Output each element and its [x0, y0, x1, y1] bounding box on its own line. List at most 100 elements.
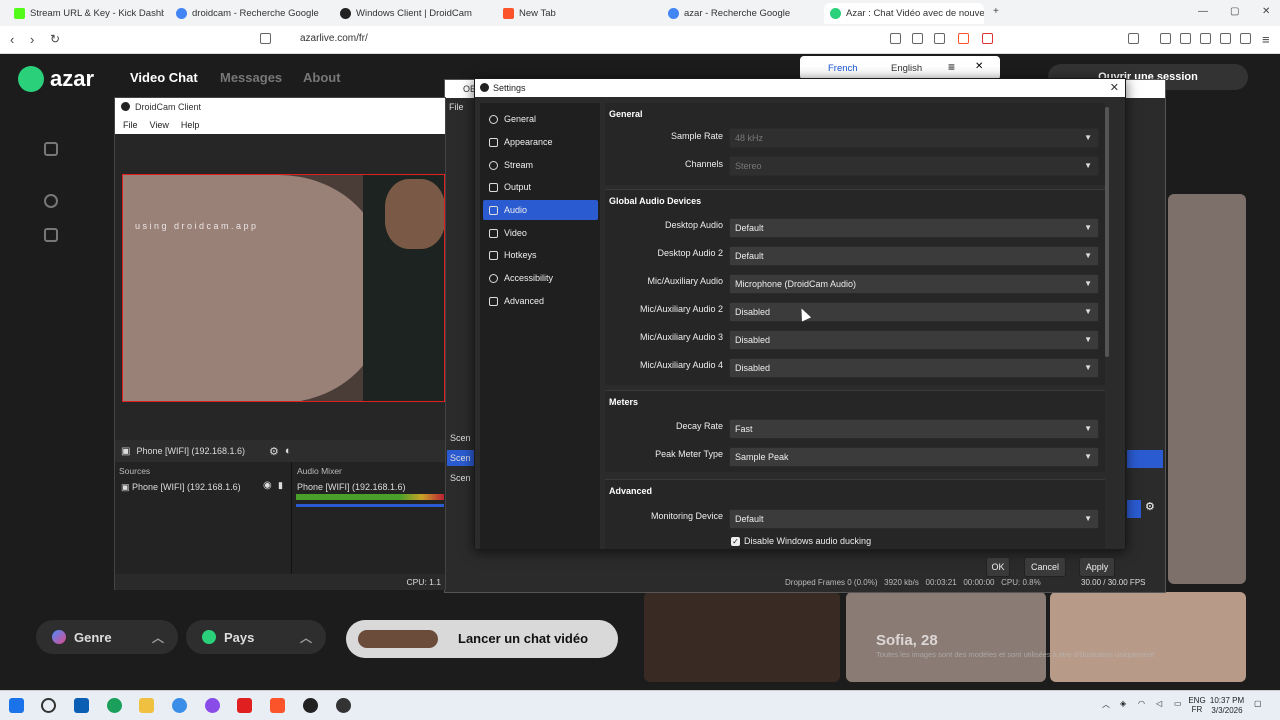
menu-icon[interactable]: ≡ — [1262, 32, 1270, 47]
sidebar-frame-icon[interactable] — [44, 142, 58, 156]
menu-help[interactable]: Help — [181, 120, 200, 130]
leo-icon[interactable] — [1220, 33, 1231, 44]
obs-file-menu[interactable]: File — [449, 102, 464, 112]
obs-icon[interactable] — [336, 698, 351, 713]
wifi-icon[interactable]: ◠ — [1138, 699, 1145, 708]
obs-selected-row[interactable] — [1127, 500, 1141, 518]
bookmark-icon[interactable] — [260, 33, 271, 44]
obs-selected-row[interactable] — [1127, 450, 1163, 468]
category-accessibility[interactable]: Accessibility — [483, 268, 598, 288]
obs-scene-item[interactable]: Scen — [447, 470, 475, 486]
sidebar-magic-icon[interactable] — [44, 194, 58, 208]
url-field[interactable]: azarlive.com/fr/ — [300, 33, 368, 44]
forward-icon[interactable]: › — [30, 32, 34, 47]
monitoring-device-select[interactable]: Default ▼ — [729, 509, 1099, 529]
translate-close-icon[interactable]: ✕ — [975, 61, 983, 72]
category-general[interactable]: General — [483, 109, 598, 129]
category-appearance[interactable]: Appearance — [483, 132, 598, 152]
volume-icon[interactable]: ◁ — [1156, 699, 1162, 708]
menu-view[interactable]: View — [150, 120, 169, 130]
sidebar-icon[interactable] — [1180, 33, 1191, 44]
maximize-icon[interactable]: ▢ — [1230, 6, 1239, 17]
brave-icon[interactable] — [270, 698, 285, 713]
category-stream[interactable]: Stream — [483, 155, 598, 175]
peak-meter-select[interactable]: Sample Peak ▼ — [729, 447, 1099, 467]
translate-menu-icon[interactable]: ≡ — [948, 60, 955, 74]
brave-shield-icon[interactable] — [958, 33, 969, 44]
translate-french-tab[interactable]: French — [828, 63, 858, 74]
mic-audio-3-select[interactable]: Disabled ▼ — [729, 330, 1099, 350]
browser-tab-active[interactable]: Azar : Chat Vidéo avec de nouve× — [824, 3, 984, 24]
mic-audio-select[interactable]: Microphone (DroidCam Audio) ▼ — [729, 274, 1099, 294]
tray-chevron-icon[interactable]: ︿ — [1102, 699, 1110, 710]
close-window-icon[interactable]: ✕ — [1262, 6, 1270, 17]
channels-select[interactable]: Stereo ▼ — [729, 156, 1099, 176]
new-tab-button[interactable]: + — [993, 6, 999, 17]
translate-english-tab[interactable]: English — [891, 63, 922, 74]
wallet-icon[interactable] — [1200, 33, 1211, 44]
droidcam-icon[interactable] — [303, 698, 318, 713]
cast-icon[interactable] — [912, 33, 923, 44]
app-icon[interactable] — [172, 698, 187, 713]
clock[interactable]: 10:37 PM 3/3/2026 — [1202, 696, 1252, 716]
search-icon[interactable] — [41, 698, 56, 713]
share-icon[interactable] — [934, 33, 945, 44]
cancel-button[interactable]: Cancel — [1024, 557, 1066, 577]
tray-app-icon[interactable]: ◈ — [1120, 699, 1126, 708]
category-output[interactable]: Output — [483, 177, 598, 197]
browser-tab[interactable]: Windows Client | DroidCam — [340, 3, 490, 24]
ok-button[interactable]: OK — [986, 557, 1010, 577]
battery-icon[interactable]: ▭ — [1174, 699, 1182, 708]
category-audio[interactable]: Audio — [483, 200, 598, 220]
apply-button[interactable]: Apply — [1079, 557, 1115, 577]
menu-file[interactable]: File — [123, 120, 138, 130]
category-advanced[interactable]: Advanced — [483, 291, 598, 311]
nav-video-chat[interactable]: Video Chat — [130, 70, 198, 85]
properties-gear-icon[interactable]: ⚙ — [269, 445, 279, 458]
sample-rate-select[interactable]: 48 kHz ▼ — [729, 128, 1099, 148]
obs-scene-item[interactable]: Scen — [447, 450, 475, 466]
close-dialog-icon[interactable]: ✕ — [1110, 79, 1119, 97]
reload-icon[interactable]: ↻ — [50, 32, 60, 46]
brave-rewards-icon[interactable] — [982, 33, 993, 44]
ducking-checkbox[interactable]: ✓ Disable Windows audio ducking — [731, 536, 871, 546]
browser-tab[interactable]: New Tab — [503, 3, 653, 24]
obs-settings-gear-icon[interactable]: ⚙ — [1145, 500, 1155, 513]
youtube-icon[interactable] — [237, 698, 252, 713]
app-icon[interactable] — [205, 698, 220, 713]
category-video[interactable]: Video — [483, 223, 598, 243]
browser-tab[interactable]: Stream URL & Key - Kick Dashboard — [14, 3, 164, 24]
nav-about[interactable]: About — [303, 70, 341, 85]
volume-slider[interactable] — [296, 504, 444, 507]
desktop-audio-2-select[interactable]: Default ▼ — [729, 246, 1099, 266]
camera-preview[interactable]: using droidcam.app — [122, 174, 445, 402]
category-hotkeys[interactable]: Hotkeys — [483, 245, 598, 265]
store-icon[interactable] — [74, 698, 89, 713]
browser-tab[interactable]: droidcam - Recherche Google — [176, 3, 326, 24]
mic-audio-2-select[interactable]: Disabled ▼ — [729, 302, 1099, 322]
source-item[interactable]: ▣ Phone [WIFI] (192.168.1.6) — [121, 482, 241, 493]
minimize-icon[interactable]: — — [1198, 6, 1208, 17]
lock-icon[interactable]: ▮ — [278, 480, 283, 491]
desktop-audio-select[interactable]: Default ▼ — [729, 218, 1099, 238]
edge-icon[interactable] — [107, 698, 122, 713]
azar-logo[interactable]: azar — [18, 66, 94, 92]
decay-rate-select[interactable]: Fast ▼ — [729, 419, 1099, 439]
notification-icon[interactable]: ▢ — [1254, 699, 1262, 708]
start-icon[interactable] — [9, 698, 24, 713]
browser-tab[interactable]: azar - Recherche Google — [668, 3, 818, 24]
file-explorer-icon[interactable] — [139, 698, 154, 713]
back-icon[interactable]: ‹ — [10, 32, 14, 47]
nav-messages[interactable]: Messages — [220, 70, 282, 85]
mic-audio-4-select[interactable]: Disabled ▼ — [729, 358, 1099, 378]
genre-filter[interactable]: Genre ︿ — [36, 620, 178, 654]
visibility-eye-icon[interactable]: ◉ — [263, 480, 272, 491]
filters-icon[interactable]: ◐ — [285, 445, 292, 457]
country-filter[interactable]: Pays ︿ — [186, 620, 326, 654]
download-icon[interactable] — [1160, 33, 1171, 44]
translate-icon[interactable] — [890, 33, 901, 44]
sidebar-face-icon[interactable] — [44, 228, 58, 242]
extension-icon[interactable] — [1128, 33, 1139, 44]
vpn-icon[interactable] — [1240, 33, 1251, 44]
settings-scrollbar[interactable] — [1105, 107, 1109, 357]
